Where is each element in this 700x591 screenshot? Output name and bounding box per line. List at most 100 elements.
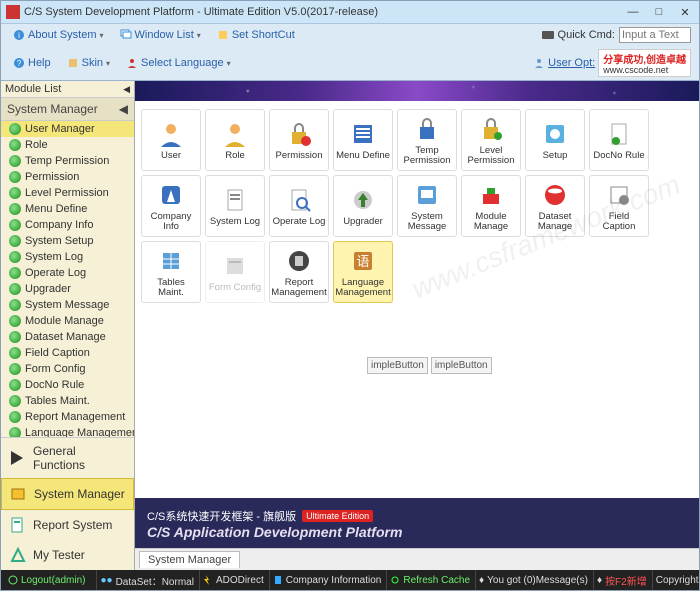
tree-item-tables-maint-[interactable]: Tables Maint. [1, 393, 134, 409]
simple-button-1[interactable]: impleButton [431, 357, 492, 374]
module-menu[interactable]: Menu Define [333, 109, 393, 171]
bullet-icon [9, 123, 21, 135]
svg-text:语: 语 [356, 254, 369, 269]
status-refresh[interactable]: Refresh Cache [386, 570, 473, 590]
module-label: Module Manage [464, 212, 518, 232]
tree-item-module-manage[interactable]: Module Manage [1, 313, 134, 329]
skin-button[interactable]: Skin▾ [63, 55, 114, 71]
tree-item-permission[interactable]: Permission [1, 169, 134, 185]
nav-general-functions[interactable]: General Functions [1, 438, 134, 478]
about-system-button[interactable]: i About System▾ [9, 27, 108, 43]
quick-cmd-input[interactable] [619, 27, 691, 43]
module-docno[interactable]: DocNo Rule [589, 109, 649, 171]
tree-item-operate-log[interactable]: Operate Log [1, 265, 134, 281]
simple-button-0[interactable]: impleButton [367, 357, 428, 374]
tree-item-system-log[interactable]: System Log [1, 249, 134, 265]
tree-item-role[interactable]: Role [1, 137, 134, 153]
status-logout[interactable]: Logout(admin) [5, 570, 88, 590]
module-upgrade[interactable]: Upgrader [333, 175, 393, 237]
temp-icon [412, 114, 442, 144]
tree-item-label: Company Info [25, 219, 93, 231]
module-label: Permission [276, 151, 323, 161]
tab-system-manager[interactable]: System Manager [139, 551, 240, 568]
module-lang[interactable]: 语 LanguageManagement [333, 241, 393, 303]
tree-item-company-info[interactable]: Company Info [1, 217, 134, 233]
select-language-button[interactable]: Select Language▾ [122, 55, 235, 71]
module-syslog[interactable]: System Log [205, 175, 265, 237]
banner-top [135, 81, 699, 101]
tree-item-report-management[interactable]: Report Management [1, 409, 134, 425]
module-setup[interactable]: Setup [525, 109, 585, 171]
nav-icon [9, 546, 27, 564]
module-label: LevelPermission [468, 146, 515, 166]
module-level[interactable]: LevelPermission [461, 109, 521, 171]
module-user[interactable]: User [141, 109, 201, 171]
module-dataset[interactable]: Dataset Manage [525, 175, 585, 237]
module-temp[interactable]: TempPermission [397, 109, 457, 171]
status-company[interactable]: Company Information [269, 570, 385, 590]
module-list-header: Module List [5, 83, 61, 95]
power-icon [8, 575, 18, 585]
close-button[interactable]: ✕ [676, 5, 694, 19]
tree-item-label: Field Caption [25, 347, 90, 359]
bullet-icon [9, 203, 21, 215]
bullet-icon [9, 155, 21, 167]
window-list-button[interactable]: Window List▾ [116, 27, 205, 43]
module-perm[interactable]: Permission [269, 109, 329, 171]
tree-item-system-setup[interactable]: System Setup [1, 233, 134, 249]
tree-item-dataset-manage[interactable]: Dataset Manage [1, 329, 134, 345]
tree-item-label: Operate Log [25, 267, 86, 279]
module-label: Tables Maint. [144, 278, 198, 298]
help-button[interactable]: ? Help [9, 55, 55, 71]
nav-report-system[interactable]: Report System [1, 510, 134, 540]
module-role[interactable]: Role [205, 109, 265, 171]
tree-item-upgrader[interactable]: Upgrader [1, 281, 134, 297]
nav-system-manager[interactable]: System Manager [1, 478, 134, 510]
upgrade-icon [348, 185, 378, 215]
status-dataset[interactable]: ●●DataSet：Normal [96, 570, 196, 590]
module-label: LanguageManagement [335, 278, 390, 298]
status-messages[interactable]: ♦You got (0)Message(s) [475, 570, 591, 590]
user-opt-link[interactable]: User Opt: [548, 57, 595, 69]
module-report[interactable]: ReportManagement [269, 241, 329, 303]
module-label: TempPermission [404, 146, 451, 166]
nav-icon [10, 485, 28, 503]
module-oplog[interactable]: Operate Log [269, 175, 329, 237]
tree-item-label: System Setup [25, 235, 93, 247]
maximize-button[interactable]: □ [650, 5, 668, 19]
edition-badge: Ultimate Edition [302, 510, 373, 522]
tree-item-label: Form Config [25, 363, 86, 375]
module-company[interactable]: Company Info [141, 175, 201, 237]
panel-caret-icon[interactable]: ◀ [119, 102, 128, 116]
bullet-icon [9, 363, 21, 375]
tree-item-field-caption[interactable]: Field Caption [1, 345, 134, 361]
nav-label: System Manager [34, 487, 125, 501]
module-tables[interactable]: Tables Maint. [141, 241, 201, 303]
lang-icon: 语 [348, 246, 378, 276]
status-ado[interactable]: ADODirect [199, 570, 267, 590]
tree-item-temp-permission[interactable]: Temp Permission [1, 153, 134, 169]
nav-label: My Tester [33, 548, 85, 562]
nav-my-tester[interactable]: My Tester [1, 540, 134, 570]
shortcut-button[interactable]: Set ShortCut [213, 27, 299, 43]
tree-item-label: Module Manage [25, 315, 104, 327]
help-icon: ? [13, 57, 25, 69]
building-icon [273, 575, 283, 585]
tree-item-form-config[interactable]: Form Config [1, 361, 134, 377]
module-field[interactable]: Field Caption [589, 175, 649, 237]
minimize-button[interactable]: — [624, 5, 642, 19]
collapse-icon[interactable]: ◀ [123, 84, 130, 95]
sidebar-panel-title: System Manager [7, 102, 98, 116]
tree-item-user-manager[interactable]: User Manager [1, 121, 134, 137]
app-icon [6, 5, 20, 19]
status-copyright: Copyrights 2006-2018 www.c [652, 570, 699, 590]
module-msg[interactable]: SystemMessage [397, 175, 457, 237]
module-modmgr[interactable]: Module Manage [461, 175, 521, 237]
bullet-icon [9, 299, 21, 311]
tree-item-label: DocNo Rule [25, 379, 84, 391]
tree-item-language-management[interactable]: Language Management [1, 425, 134, 437]
tree-item-level-permission[interactable]: Level Permission [1, 185, 134, 201]
tree-item-system-message[interactable]: System Message [1, 297, 134, 313]
tree-item-menu-define[interactable]: Menu Define [1, 201, 134, 217]
tree-item-docno-rule[interactable]: DocNo Rule [1, 377, 134, 393]
